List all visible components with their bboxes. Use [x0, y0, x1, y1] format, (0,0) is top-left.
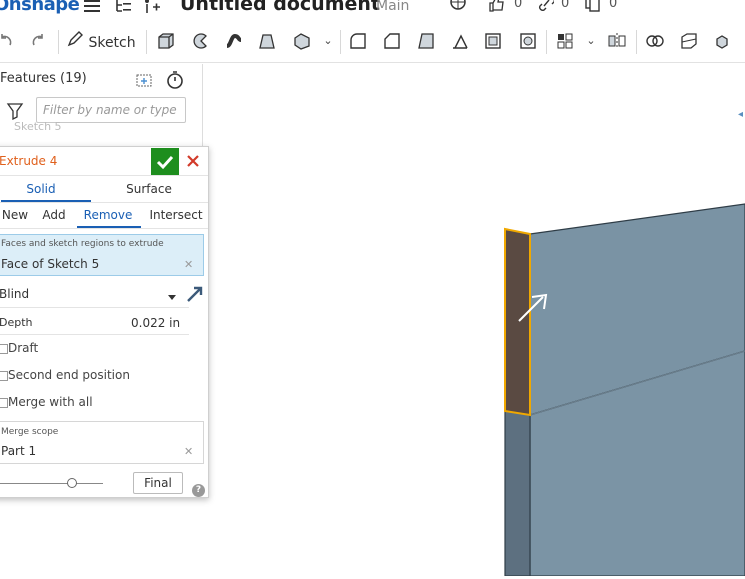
selected-face: [504, 227, 531, 417]
sweep-icon[interactable]: [224, 31, 244, 51]
merge-scope-value[interactable]: Part 1: [1, 444, 36, 458]
faces-label: Faces and sketch regions to extrude: [1, 239, 164, 249]
document-title[interactable]: Untitled document: [180, 0, 380, 15]
dropdown-arrow-icon[interactable]: [167, 290, 177, 304]
redo-icon[interactable]: [28, 31, 48, 51]
extrude-icon[interactable]: [156, 31, 176, 51]
insert-icon[interactable]: [143, 0, 161, 15]
rollback-slider-handle[interactable]: [67, 478, 77, 488]
features-title: Features (19): [0, 71, 87, 86]
depth-value[interactable]: 0.022 in: [131, 316, 180, 330]
copy-icon[interactable]: [585, 0, 601, 12]
feature-list-panel: Features (19) Sketch 5: [0, 64, 203, 154]
add-folder-icon[interactable]: [136, 72, 154, 88]
undo-icon[interactable]: [0, 31, 16, 51]
onshape-logo[interactable]: Onshape: [0, 0, 80, 15]
mirror-icon[interactable]: [607, 31, 627, 51]
feature-tree-icon[interactable]: [113, 0, 133, 15]
toolbar: Sketch ⌄ ⌄: [0, 22, 745, 63]
flip-direction-icon[interactable]: [185, 284, 205, 307]
copies-count: 0: [609, 0, 618, 11]
sketch-button[interactable]: Sketch: [66, 30, 136, 54]
chamfer-icon[interactable]: [382, 31, 402, 51]
rib-icon[interactable]: [450, 31, 470, 51]
link-icon[interactable]: [538, 0, 555, 12]
branch-name[interactable]: Main: [376, 0, 409, 14]
accept-button[interactable]: [151, 148, 179, 176]
links-count: 0: [561, 0, 570, 11]
second-end-checkbox[interactable]: [0, 371, 8, 381]
tab-intersect[interactable]: Intersect: [147, 208, 205, 222]
filter-icon[interactable]: [6, 102, 24, 121]
clear-selection-icon[interactable]: ✕: [184, 258, 193, 271]
check-icon: [156, 155, 174, 170]
final-button[interactable]: Final: [133, 472, 183, 494]
second-end-label: Second end position: [8, 368, 130, 382]
pattern-icon[interactable]: [555, 31, 575, 51]
tab-new[interactable]: New: [0, 208, 35, 222]
faces-value[interactable]: Face of Sketch 5: [1, 257, 99, 271]
merge-scope-label: Merge scope: [1, 427, 59, 437]
split-icon[interactable]: [679, 31, 699, 51]
cancel-button[interactable]: [185, 153, 201, 169]
menu-icon[interactable]: [84, 0, 100, 12]
fillet-icon[interactable]: [348, 31, 368, 51]
globe-icon[interactable]: [449, 0, 467, 12]
chevron-down-icon[interactable]: ⌄: [581, 31, 601, 51]
view-cube-edge-icon: ◂: [738, 109, 743, 120]
tab-remove[interactable]: Remove: [79, 208, 137, 222]
revolve-icon[interactable]: [190, 31, 210, 51]
faces-selection-box[interactable]: Faces and sketch regions to extrude Face…: [0, 234, 204, 276]
sketch-label: Sketch: [88, 35, 136, 51]
pencil-icon: [66, 30, 84, 56]
tab-solid[interactable]: Solid: [1, 182, 81, 196]
hole-icon[interactable]: [518, 31, 538, 51]
end-type-select[interactable]: Blind: [0, 287, 29, 301]
merge-all-label: Merge with all: [8, 395, 93, 409]
tab-add[interactable]: Add: [37, 208, 71, 222]
merge-all-checkbox[interactable]: [0, 398, 8, 408]
top-bar: Onshape Untitled document Main 0 0 0: [0, 0, 745, 22]
help-icon[interactable]: ?: [192, 484, 205, 497]
merge-scope-box[interactable]: Merge scope Part 1 ✕: [0, 421, 204, 464]
draft-checkbox[interactable]: [0, 344, 8, 354]
loft-icon[interactable]: [257, 31, 277, 51]
rollback-slider-track[interactable]: [0, 483, 103, 484]
draft-icon[interactable]: [416, 31, 436, 51]
clear-scope-icon[interactable]: ✕: [184, 445, 193, 458]
likes-count: 0: [514, 0, 523, 11]
stopwatch-icon[interactable]: [166, 70, 184, 90]
dialog-title: Extrude 4: [0, 154, 58, 168]
boolean-icon[interactable]: [645, 31, 665, 51]
chevron-down-icon[interactable]: ⌄: [318, 31, 338, 51]
shell-icon[interactable]: [483, 31, 503, 51]
extrude-dialog: Extrude 4 Solid Surface New Add Remove I…: [0, 146, 209, 498]
depth-label: Depth: [0, 316, 33, 329]
draft-label: Draft: [8, 341, 39, 355]
close-icon: [187, 155, 199, 167]
hidden-feature-item[interactable]: Sketch 5: [14, 120, 62, 133]
tab-surface[interactable]: Surface: [109, 182, 189, 196]
transform-icon[interactable]: [713, 31, 733, 51]
thicken-icon[interactable]: [292, 31, 312, 51]
like-icon[interactable]: [488, 0, 504, 12]
